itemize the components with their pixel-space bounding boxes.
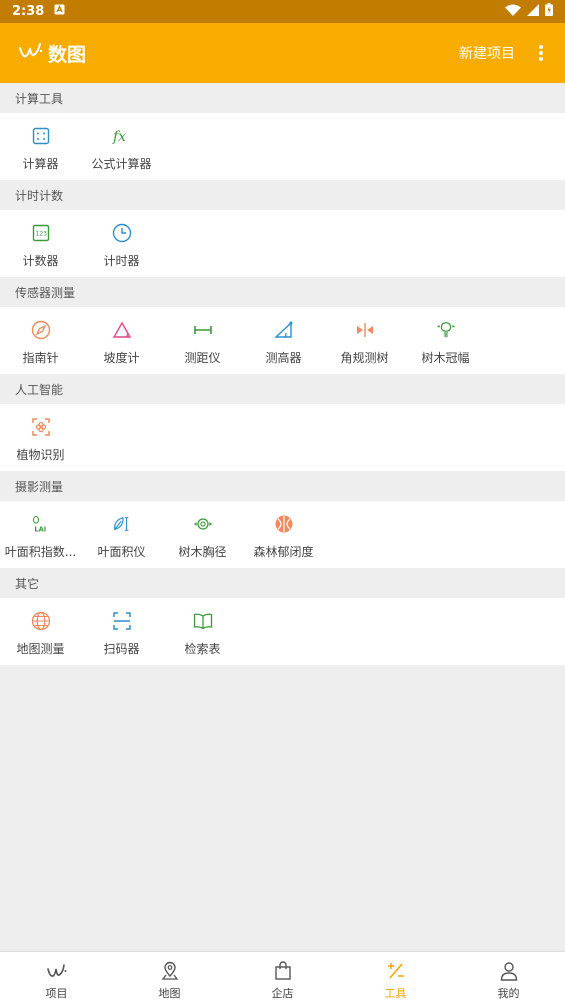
tool-angle-gauge[interactable]: 角规测树	[324, 307, 405, 374]
tool-plant-identify[interactable]: 植物识别	[0, 404, 81, 471]
project-icon	[46, 960, 68, 982]
canopy-icon	[274, 514, 294, 534]
bottom-nav: 项目 地图 企店 工具 我的	[0, 951, 565, 1004]
section-header-ai: 人工智能	[0, 374, 565, 404]
tool-slope-meter[interactable]: 坡度计	[81, 307, 162, 374]
tool-label: 树木胸径	[178, 545, 227, 559]
shop-bag-icon	[272, 960, 294, 982]
section-photo: LAI 叶面积指数... 叶面积仪 树木胸径 森林郁闭度	[0, 501, 565, 568]
map-pin-icon	[159, 960, 181, 982]
tool-timer[interactable]: 计时器	[81, 210, 162, 277]
tool-scanner[interactable]: 扫码器	[81, 598, 162, 665]
tool-label: 扫码器	[103, 642, 140, 656]
section-sensor: 指南针 坡度计 测距仪 测高器 角规测树 树木冠幅	[0, 307, 565, 374]
section-calc: 计算器 fx 公式计算器	[0, 113, 565, 180]
angle-gauge-icon	[355, 320, 375, 340]
app-logo: 数图	[18, 40, 86, 67]
section-header-photo: 摄影测量	[0, 471, 565, 501]
section-header-sensor: 传感器测量	[0, 277, 565, 307]
scan-icon	[112, 611, 132, 631]
svg-text:123: 123	[35, 231, 47, 238]
nav-item-mine[interactable]: 我的	[452, 952, 565, 1004]
tool-rangefinder[interactable]: 测距仪	[162, 307, 243, 374]
more-options-icon[interactable]	[531, 38, 551, 68]
svg-text:fx: fx	[112, 129, 126, 145]
wifi-icon	[505, 4, 521, 20]
signal-icon	[527, 3, 539, 20]
tool-formula-calculator[interactable]: fx 公式计算器	[81, 113, 162, 180]
tool-map-measure[interactable]: 地图测量	[0, 598, 81, 665]
tool-label: 计时器	[103, 254, 140, 268]
tool-label: 指南针	[22, 351, 59, 365]
counter-icon: 123	[31, 223, 51, 243]
nav-item-shop[interactable]: 企店	[226, 952, 339, 1004]
leaf-area-icon	[112, 514, 132, 534]
tool-compass[interactable]: 指南针	[0, 307, 81, 374]
crown-width-icon	[436, 320, 456, 340]
tool-crown-width[interactable]: 树木冠幅	[405, 307, 486, 374]
section-header-other: 其它	[0, 568, 565, 598]
battery-icon	[545, 3, 553, 20]
nav-item-map[interactable]: 地图	[113, 952, 226, 1004]
tool-label: 测高器	[265, 351, 302, 365]
tool-label: 树木冠幅	[421, 351, 470, 365]
nav-item-project[interactable]: 项目	[0, 952, 113, 1004]
tree-dbh-icon	[193, 514, 213, 534]
nav-label: 工具	[384, 987, 407, 1000]
tool-label: 测距仪	[184, 351, 221, 365]
tool-counter[interactable]: 123 计数器	[0, 210, 81, 277]
tool-label: 计数器	[22, 254, 59, 268]
tool-index-table[interactable]: 检索表	[162, 598, 243, 665]
plant-scan-icon	[31, 417, 51, 437]
svg-text:LAI: LAI	[34, 526, 46, 534]
nav-label: 地图	[158, 987, 181, 1000]
tool-label: 地图测量	[16, 642, 65, 656]
formula-icon: fx	[112, 126, 132, 146]
tool-height-meter[interactable]: 测高器	[243, 307, 324, 374]
globe-icon	[31, 611, 51, 631]
nav-label: 企店	[271, 987, 294, 1000]
tool-label: 森林郁闭度	[253, 545, 314, 559]
tools-icon	[385, 960, 407, 982]
tool-label: 坡度计	[103, 351, 140, 365]
tools-content: 计算工具 计算器 fx 公式计算器 计时计数 123 计数器 计时器 传感器测量…	[0, 83, 565, 665]
section-timing: 123 计数器 计时器	[0, 210, 565, 277]
user-icon	[498, 960, 520, 982]
nav-label: 我的	[497, 987, 520, 1000]
tool-label: 公式计算器	[91, 157, 152, 171]
app-title: 数图	[48, 43, 87, 66]
calculator-icon	[31, 126, 51, 146]
book-icon	[193, 611, 213, 631]
section-header-calc: 计算工具	[0, 83, 565, 113]
section-ai: 植物识别	[0, 404, 565, 471]
section-header-timing: 计时计数	[0, 180, 565, 210]
tool-canopy-closure[interactable]: 森林郁闭度	[243, 501, 324, 568]
range-icon	[193, 320, 213, 340]
compass-icon	[31, 320, 51, 340]
tool-label: 叶面积指数...	[4, 545, 77, 559]
tool-tree-dbh[interactable]: 树木胸径	[162, 501, 243, 568]
tool-label: 叶面积仪	[97, 545, 146, 559]
nav-label: 项目	[45, 987, 68, 1000]
tool-leaf-area[interactable]: 叶面积仪	[81, 501, 162, 568]
tool-label: 计算器	[22, 157, 59, 171]
nav-item-tools[interactable]: 工具	[339, 952, 452, 1004]
new-project-button[interactable]: 新建项目	[459, 43, 515, 63]
section-other: 地图测量 扫码器 检索表	[0, 598, 565, 665]
notification-icon	[54, 4, 65, 19]
tool-label: 角规测树	[340, 351, 389, 365]
height-icon	[273, 320, 294, 340]
slope-icon	[112, 320, 132, 340]
tool-calculator[interactable]: 计算器	[0, 113, 81, 180]
lai-icon: LAI	[31, 514, 51, 534]
tool-label: 检索表	[184, 642, 221, 656]
tool-label: 植物识别	[16, 448, 65, 462]
tool-lai[interactable]: LAI 叶面积指数...	[0, 501, 81, 568]
app-bar: 数图 新建项目	[0, 23, 565, 83]
clock-icon	[112, 223, 132, 243]
status-bar: 2:38	[0, 0, 565, 23]
status-time: 2:38	[12, 4, 45, 19]
logo-icon	[18, 42, 44, 64]
